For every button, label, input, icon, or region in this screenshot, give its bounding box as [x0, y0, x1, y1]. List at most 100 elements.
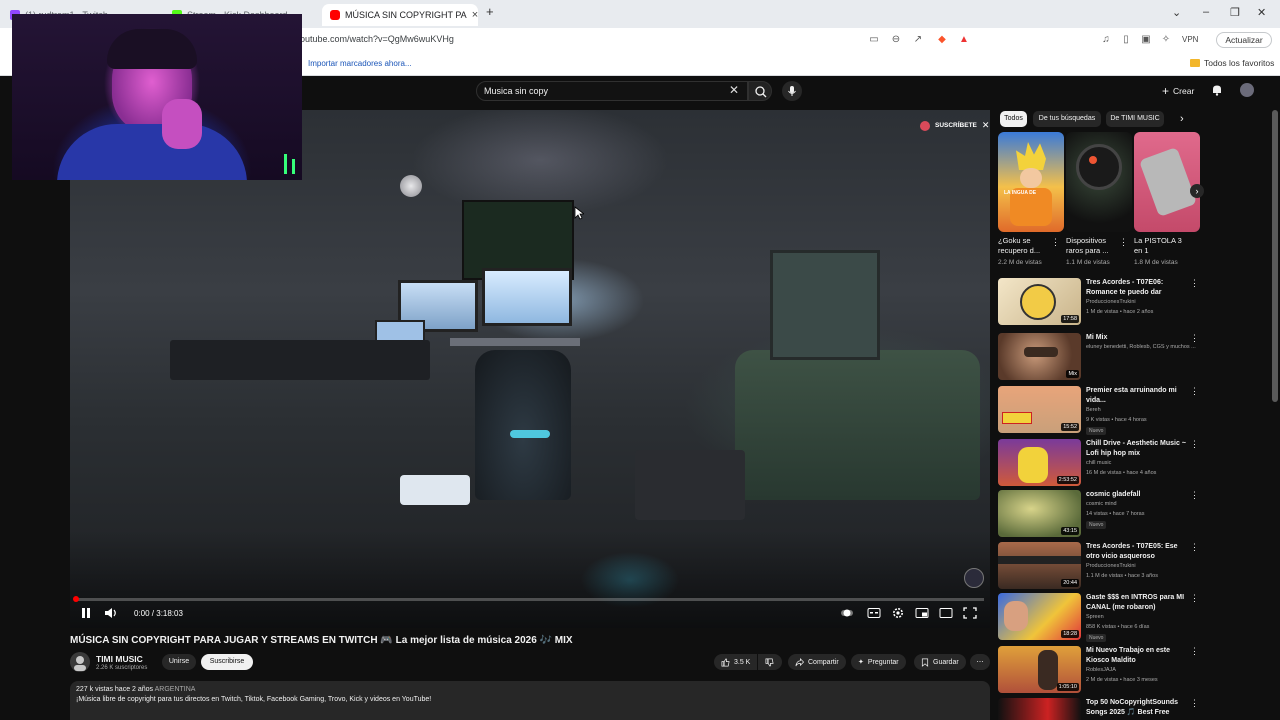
volume-icon[interactable] [104, 607, 118, 619]
channel-name[interactable]: chill music [1086, 460, 1111, 466]
channel-name[interactable]: Bereh [1086, 407, 1101, 413]
address-bar[interactable]: outube.com/watch?v=QgMw6wuKVHg [300, 34, 454, 44]
import-bookmarks-link[interactable]: Importar marcadores ahora... [308, 59, 412, 68]
more-vertical-icon[interactable]: ⋮ [1051, 237, 1060, 248]
notifications-bell-icon[interactable] [1210, 83, 1224, 97]
minimize-button[interactable]: – [1203, 6, 1209, 18]
video-thumbnail[interactable]: 2:53:52 [998, 439, 1081, 486]
short-title[interactable]: Dispositivos raros para ... [1066, 236, 1124, 256]
video-thumbnail[interactable]: 18:28 [998, 593, 1081, 640]
music-icon[interactable]: ♫ [1100, 34, 1112, 46]
more-vertical-icon[interactable]: ⋮ [1190, 542, 1199, 553]
video-thumbnail[interactable]: 17:58 [998, 278, 1081, 325]
pause-icon[interactable] [80, 607, 92, 619]
video-thumbnail[interactable]: 1:05:10 [998, 646, 1081, 693]
video-title[interactable]: Mi Nuevo Trabajo en este Kiosco Maldito [1086, 646, 1186, 665]
sidebar-icon[interactable]: ▯ [1120, 34, 1132, 46]
voice-search-button[interactable] [782, 81, 802, 101]
chevron-down-icon[interactable]: ⌄ [1172, 6, 1181, 19]
progress-bar[interactable] [74, 598, 984, 601]
vpn-button[interactable]: VPN [1182, 35, 1198, 44]
subscribe-overlay[interactable]: SUSCRÍBETE ✕ [920, 120, 989, 131]
recommendation-item[interactable]: 2:53:52 Chill Drive - Aesthetic Music ~ … [998, 439, 1200, 489]
video-thumbnail[interactable]: 15:52 [998, 386, 1081, 433]
rewards-icon[interactable]: ▲ [958, 34, 970, 46]
more-vertical-icon[interactable]: ⋮ [1119, 237, 1128, 248]
recommendation-item[interactable]: 17:58 Tres Acordes - T07E06: Romance te … [998, 278, 1200, 328]
recommendation-item[interactable]: Top 50 NoCopyrightSounds Songs 2025 🎵 Be… [998, 698, 1200, 720]
wallet-icon[interactable]: ▣ [1140, 34, 1152, 46]
recommendation-item[interactable]: 43:15 cosmic gladefall cosmic mind 14 vi… [998, 490, 1200, 540]
more-vertical-icon[interactable]: ⋮ [1190, 593, 1199, 604]
video-title[interactable]: cosmic gladefall [1086, 490, 1186, 500]
dislike-button[interactable] [758, 654, 782, 670]
share-button[interactable]: Compartir [788, 654, 846, 670]
recommendation-item[interactable]: 1:05:10 Mi Nuevo Trabajo en este Kiosco … [998, 646, 1200, 696]
search-input[interactable] [484, 84, 684, 98]
maximize-button[interactable]: ❐ [1230, 6, 1240, 19]
clear-search-icon[interactable]: ✕ [729, 83, 739, 97]
video-thumbnail[interactable]: 43:15 [998, 490, 1081, 537]
share-icon[interactable]: ↗ [912, 34, 924, 46]
channel-name[interactable]: eluney benedetti, Roblesb, CGS y muchos … [1086, 344, 1196, 350]
more-vertical-icon[interactable]: ⋮ [1190, 646, 1199, 657]
cast-icon[interactable]: ▭ [868, 34, 880, 46]
scrollbar-thumb[interactable] [1272, 110, 1278, 402]
video-player[interactable] [70, 110, 990, 628]
settings-gear-icon[interactable] [891, 607, 905, 619]
video-title[interactable]: Tres Acordes - T07E06: Romance te puedo … [1086, 278, 1186, 297]
video-thumbnail[interactable]: Mix [998, 333, 1081, 380]
video-title[interactable]: Gaste $$$ en INTROS para MI CANAL (me ro… [1086, 593, 1186, 612]
more-vertical-icon[interactable]: ⋮ [1190, 439, 1199, 450]
channel-watermark[interactable] [964, 568, 984, 588]
channel-name[interactable]: Spreen [1086, 614, 1104, 620]
short-title[interactable]: La PISTOLA 3 en 1 [1134, 236, 1192, 256]
extensions-icon[interactable]: ✧ [1160, 34, 1172, 46]
recommendation-item[interactable]: 15:52 Premier esta arruinando mi vida...… [998, 386, 1200, 436]
zoom-icon[interactable]: ⊖ [890, 34, 902, 46]
video-title[interactable]: Mi Mix [1086, 333, 1186, 343]
video-thumbnail[interactable] [998, 698, 1081, 720]
video-title[interactable]: Tres Acordes - T07E05: Ese otro vicio as… [1086, 542, 1186, 561]
more-actions-button[interactable]: ⋯ [970, 654, 990, 670]
subscribe-button[interactable]: Suscribirse [201, 654, 253, 670]
channel-name[interactable]: RoblesJAJA [1086, 667, 1116, 673]
subtitles-icon[interactable] [867, 607, 881, 619]
more-vertical-icon[interactable]: ⋮ [1190, 333, 1199, 344]
video-thumbnail[interactable]: 20:44 [998, 542, 1081, 589]
channel-name[interactable]: ProduccionesTrukini [1086, 299, 1136, 305]
shorts-next-button[interactable]: › [1190, 184, 1204, 198]
close-window-button[interactable]: ✕ [1257, 6, 1266, 19]
save-button[interactable]: Guardar [914, 654, 966, 670]
miniplayer-icon[interactable] [915, 607, 929, 619]
chip-from-channel[interactable]: De TIMI MUSIC [1106, 111, 1164, 127]
close-icon[interactable]: ✕ [982, 120, 990, 131]
tab-youtube-active[interactable]: MÚSICA SIN COPYRIGHT PA × [322, 4, 478, 26]
channel-avatar[interactable] [70, 652, 90, 672]
create-button[interactable]: + Crear [1162, 84, 1194, 98]
ask-button[interactable]: ✦ Preguntar [851, 654, 906, 670]
like-button[interactable]: 3.5 K [714, 654, 758, 670]
short-title[interactable]: ¿Goku se recupero d... [998, 236, 1056, 256]
all-favorites-folder[interactable]: Todos los favoritos [1190, 58, 1274, 68]
join-button[interactable]: Unirse [162, 654, 196, 670]
recommendation-item[interactable]: Mix Mi Mix eluney benedetti, Roblesb, CG… [998, 333, 1200, 383]
update-button[interactable]: Actualizar [1216, 32, 1272, 48]
chip-from-searches[interactable]: De tus búsquedas [1033, 111, 1101, 127]
autoplay-toggle-icon[interactable] [840, 607, 854, 619]
more-vertical-icon[interactable]: ⋮ [1190, 698, 1199, 709]
fullscreen-icon[interactable] [963, 607, 977, 619]
more-vertical-icon[interactable]: ⋮ [1190, 490, 1199, 501]
brave-shield-icon[interactable]: ◆ [936, 34, 948, 46]
more-vertical-icon[interactable]: ⋮ [1190, 278, 1199, 289]
short-thumbnail[interactable]: LA INGUA DE [998, 132, 1064, 232]
short-thumbnail[interactable] [1066, 132, 1132, 232]
channel-name[interactable]: cosmic mind [1086, 501, 1117, 507]
more-vertical-icon[interactable]: ⋮ [1190, 386, 1199, 397]
chevron-right-icon[interactable]: › [1180, 113, 1184, 125]
cast-icon[interactable] [939, 607, 953, 619]
short-thumbnail[interactable] [1134, 132, 1200, 232]
account-avatar[interactable] [1240, 83, 1254, 97]
close-tab-icon[interactable]: × [472, 9, 478, 21]
progress-scrubber[interactable] [73, 596, 79, 602]
